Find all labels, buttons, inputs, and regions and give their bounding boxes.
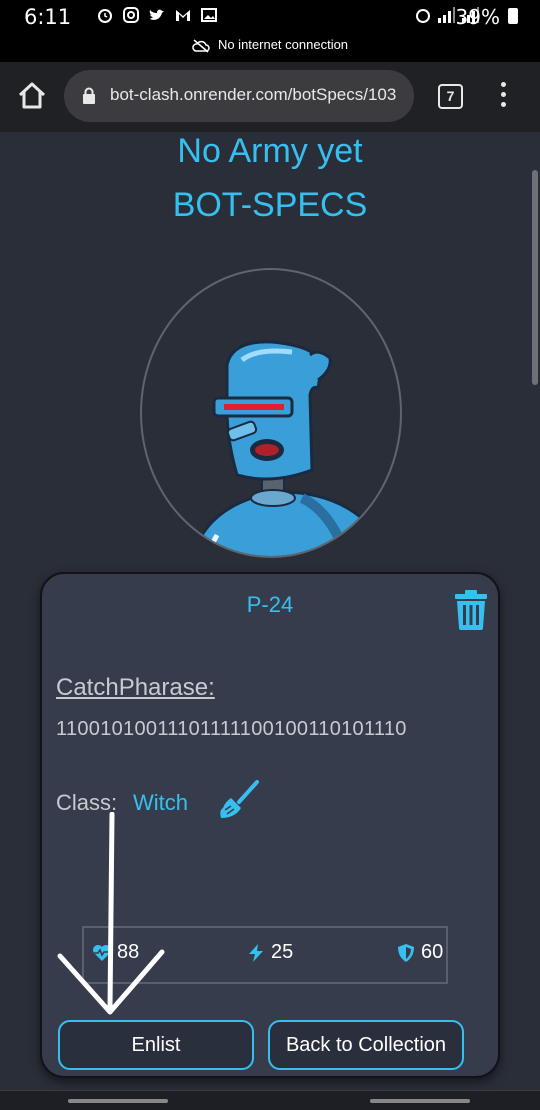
alarm-icon (98, 9, 112, 23)
shield-icon (398, 943, 414, 962)
broom-icon (220, 780, 259, 818)
lightning-icon (249, 943, 263, 962)
class-value: Witch (133, 790, 188, 815)
browser-toolbar: bot-clash.onrender.com/botSpecs/103 7 (0, 62, 540, 132)
tab-switcher-button[interactable]: 7 (438, 84, 463, 109)
armor-value: 60 (421, 941, 444, 963)
class-label: Class: (56, 790, 118, 815)
status-bar: 6:11 39% No internet connection (0, 0, 540, 62)
instagram-icon (123, 7, 139, 23)
cloud-off-icon (192, 38, 210, 53)
home-icon[interactable] (16, 80, 48, 112)
bot-card: P-24 CatchPharase: 110010100111011111001… (40, 572, 500, 1078)
enlist-button[interactable]: Enlist (58, 1020, 254, 1070)
back-to-collection-button[interactable]: Back to Collection (268, 1020, 464, 1070)
url-text: bot-clash.onrender.com/botSpecs/103 (110, 85, 397, 104)
gmail-icon (176, 10, 190, 21)
alarm-icon (416, 9, 430, 23)
system-nav-bar (0, 1090, 540, 1110)
more-menu-icon[interactable] (496, 82, 510, 112)
twitter-icon (149, 9, 164, 20)
signal-icon (438, 7, 455, 23)
stat-health: 88 (92, 941, 139, 964)
robot-image (191, 340, 388, 556)
nav-recent-indicator[interactable] (370, 1099, 470, 1103)
stats-bar: 88 25 60 (82, 926, 448, 984)
battery-icon (508, 8, 518, 24)
lock-icon (83, 87, 95, 104)
notification-icons (96, 6, 218, 24)
network-notice: No internet connection (0, 37, 540, 53)
health-value: 88 (117, 941, 140, 963)
page-title: BOT-SPECS (172, 186, 368, 224)
status-time: 6:11 (24, 5, 72, 29)
address-bar[interactable]: bot-clash.onrender.com/botSpecs/103 (64, 70, 414, 122)
network-notice-text: No internet connection (217, 37, 349, 52)
battery-percentage: 39% (455, 5, 500, 29)
catchphrase-value: 11001010011101111100100110101110 (56, 718, 407, 740)
nav-back-indicator[interactable] (68, 1099, 168, 1103)
catchphrase-label: CatchPharase: (56, 674, 215, 701)
trash-icon[interactable] (454, 590, 488, 630)
gallery-icon (201, 8, 217, 22)
bot-avatar (140, 268, 402, 558)
damage-value: 25 (271, 941, 294, 963)
stat-damage: 25 (246, 941, 293, 964)
bot-name: P-24 (246, 592, 294, 617)
army-heading: No Army yet (177, 132, 363, 170)
heart-pulse-icon (93, 944, 111, 961)
stat-armor: 60 (396, 941, 443, 964)
